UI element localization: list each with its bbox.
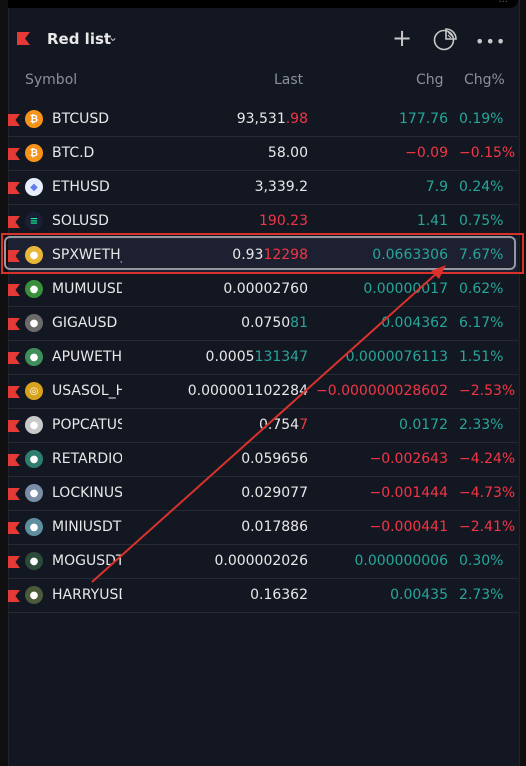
annotation-arrow — [91, 265, 446, 583]
